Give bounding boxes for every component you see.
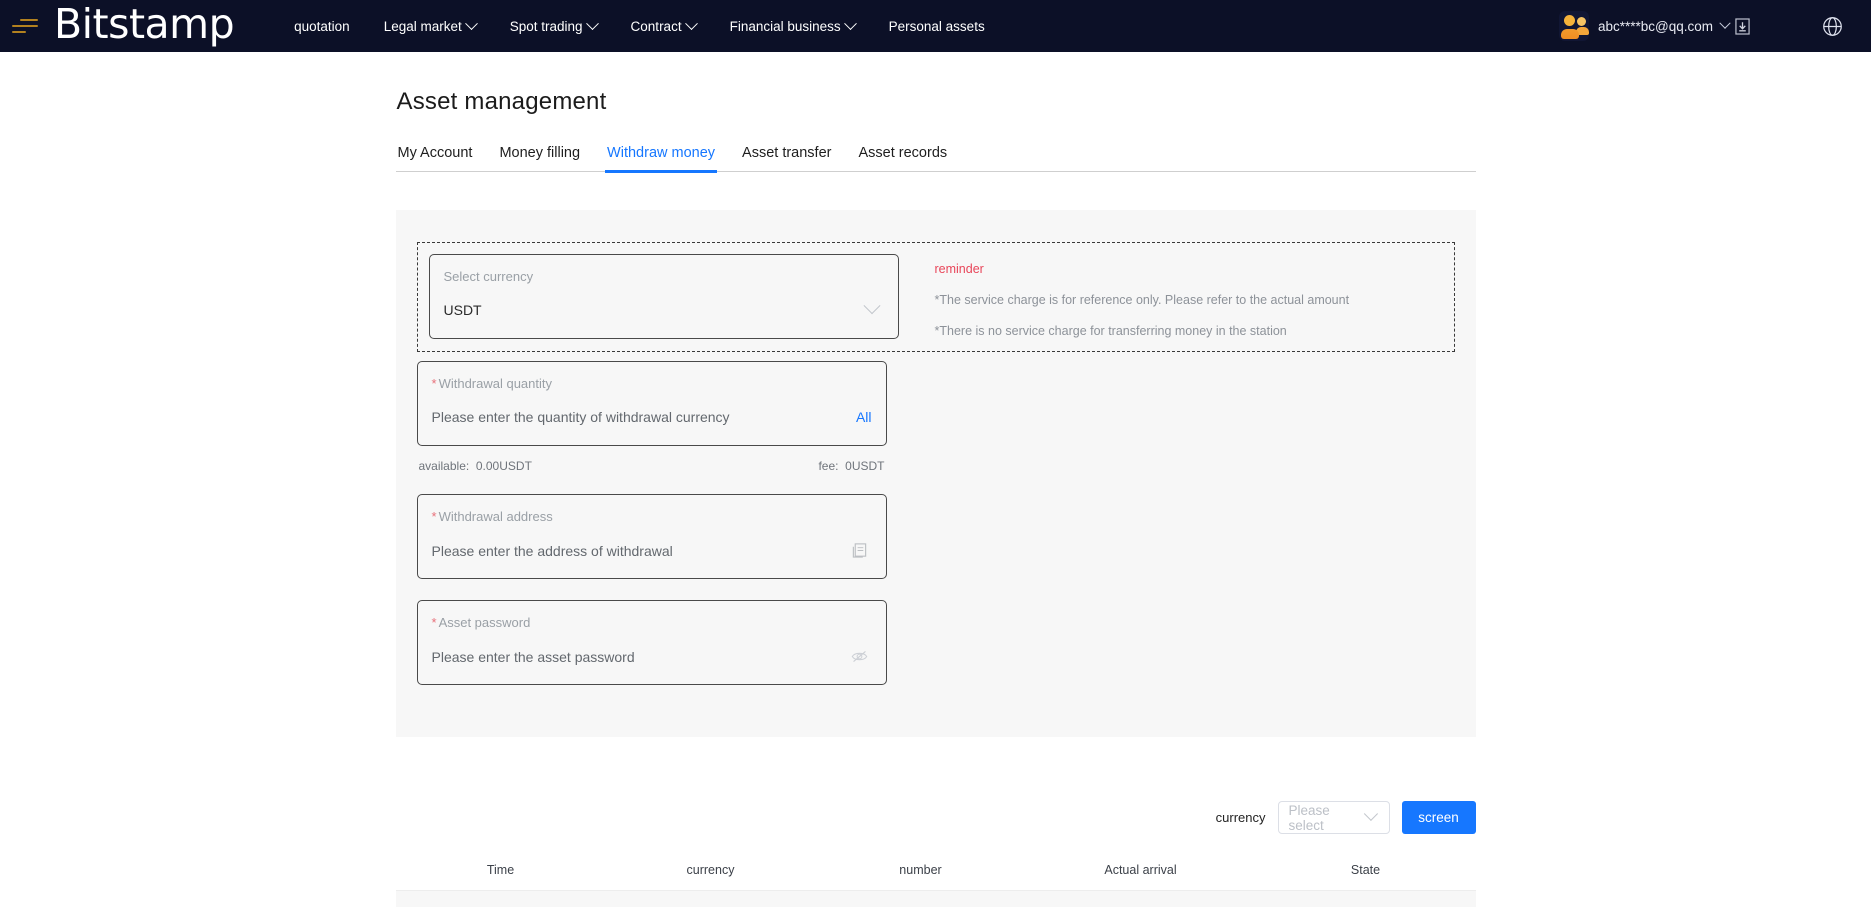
withdrawal-quantity-group: *Withdrawal quantity Please enter the qu… bbox=[417, 361, 1455, 473]
nav-label: Contract bbox=[631, 19, 682, 34]
address-book-icon[interactable] bbox=[851, 542, 868, 559]
chevron-down-icon[interactable] bbox=[1719, 18, 1730, 29]
select-currency-label: Select currency bbox=[444, 270, 884, 283]
download-icon[interactable] bbox=[1735, 18, 1750, 35]
tab-my-account[interactable]: My Account bbox=[396, 145, 475, 171]
nav-label: Personal assets bbox=[889, 19, 985, 34]
required-asterisk: * bbox=[432, 509, 437, 524]
fee-text: fee: 0USDT bbox=[818, 459, 884, 473]
nav-item-contract[interactable]: Contract bbox=[631, 19, 696, 34]
nav-label: Legal market bbox=[384, 19, 462, 34]
column-header-state: State bbox=[1256, 863, 1476, 877]
records-table: Time currency number Actual arrival Stat… bbox=[396, 855, 1476, 907]
hamburger-line bbox=[12, 25, 38, 27]
screen-button[interactable]: screen bbox=[1402, 801, 1476, 834]
select-currency-row: USDT bbox=[444, 302, 884, 318]
withdrawal-address-input[interactable]: Please enter the address of withdrawal bbox=[432, 543, 673, 559]
column-header-time: Time bbox=[396, 863, 606, 877]
tab-money-filling[interactable]: Money filling bbox=[497, 145, 582, 171]
chevron-down-icon bbox=[586, 17, 599, 30]
tab-bar: My Account Money filling Withdraw money … bbox=[396, 145, 1476, 172]
nav-label: Spot trading bbox=[510, 19, 583, 34]
nav-label: Financial business bbox=[730, 19, 841, 34]
reminder-line-2: *There is no service charge for transfer… bbox=[935, 324, 1454, 338]
currency-highlight-region: Select currency USDT reminder *The servi… bbox=[417, 242, 1455, 352]
brand-logo[interactable]: Bitstamp bbox=[54, 4, 234, 49]
nav-label: quotation bbox=[294, 19, 350, 34]
required-asterisk: * bbox=[432, 615, 437, 630]
label-text: Asset password bbox=[439, 615, 531, 630]
column-header-actual-arrival: Actual arrival bbox=[1026, 863, 1256, 877]
eye-off-icon[interactable] bbox=[851, 648, 868, 665]
tab-asset-records[interactable]: Asset records bbox=[856, 145, 949, 171]
tab-withdraw-money[interactable]: Withdraw money bbox=[605, 145, 717, 171]
select-currency-field[interactable]: Select currency USDT bbox=[429, 254, 899, 339]
column-header-number: number bbox=[816, 863, 1026, 877]
records-filter-row: currency Please select screen bbox=[396, 801, 1476, 834]
withdraw-form-panel: Select currency USDT reminder *The servi… bbox=[396, 210, 1476, 737]
page-body: Asset management My Account Money fillin… bbox=[0, 52, 1871, 907]
nav-item-personal-assets[interactable]: Personal assets bbox=[889, 19, 985, 34]
table-header-row: Time currency number Actual arrival Stat… bbox=[396, 855, 1476, 891]
withdrawal-quantity-input[interactable]: Please enter the quantity of withdrawal … bbox=[432, 409, 730, 425]
withdrawal-quantity-label: *Withdrawal quantity bbox=[432, 377, 872, 390]
select-currency-value: USDT bbox=[444, 302, 482, 318]
top-navigation-bar: Bitstamp quotation Legal market Spot tra… bbox=[0, 0, 1871, 52]
column-header-currency: currency bbox=[606, 863, 816, 877]
withdrawal-quantity-field[interactable]: *Withdrawal quantity Please enter the qu… bbox=[417, 361, 887, 446]
nav-item-legal-market[interactable]: Legal market bbox=[384, 19, 476, 34]
reminder-title: reminder bbox=[935, 262, 1454, 276]
page-title: Asset management bbox=[396, 88, 1476, 116]
users-avatar-icon[interactable] bbox=[1559, 11, 1589, 41]
reminder-line-1: *The service charge is for reference onl… bbox=[935, 293, 1454, 307]
tab-asset-transfer[interactable]: Asset transfer bbox=[740, 145, 833, 171]
asset-password-field[interactable]: *Asset password Please enter the asset p… bbox=[417, 600, 887, 685]
all-button[interactable]: All bbox=[856, 409, 872, 425]
currency-filter-label: currency bbox=[1216, 810, 1266, 825]
currency-filter-select[interactable]: Please select bbox=[1278, 801, 1390, 834]
required-asterisk: * bbox=[432, 376, 437, 391]
withdrawal-address-group: *Withdrawal address Please enter the add… bbox=[417, 494, 1455, 579]
chevron-down-icon bbox=[465, 17, 478, 30]
label-text: Withdrawal quantity bbox=[439, 376, 552, 391]
label-text: Withdrawal address bbox=[439, 509, 553, 524]
main-nav: quotation Legal market Spot trading Cont… bbox=[294, 19, 985, 34]
table-empty-state: No data available bbox=[396, 891, 1476, 907]
balance-meta-row: available: 0.00USDT fee: 0USDT bbox=[417, 459, 887, 473]
chevron-down-icon bbox=[844, 17, 857, 30]
asset-password-label: *Asset password bbox=[432, 616, 872, 629]
nav-item-spot-trading[interactable]: Spot trading bbox=[510, 19, 597, 34]
globe-icon[interactable] bbox=[1822, 16, 1843, 37]
hamburger-line bbox=[12, 31, 26, 33]
withdrawal-quantity-row: Please enter the quantity of withdrawal … bbox=[432, 409, 872, 425]
topbar-right-cluster: abc****bc@qq.com bbox=[1559, 0, 1871, 52]
content-container: Asset management My Account Money fillin… bbox=[396, 52, 1476, 907]
account-email[interactable]: abc****bc@qq.com bbox=[1598, 19, 1713, 34]
asset-password-row: Please enter the asset password bbox=[432, 648, 872, 665]
chevron-down-icon bbox=[685, 17, 698, 30]
available-text: available: 0.00USDT bbox=[419, 459, 532, 473]
hamburger-line bbox=[20, 19, 38, 21]
withdrawal-address-field[interactable]: *Withdrawal address Please enter the add… bbox=[417, 494, 887, 579]
chevron-down-icon[interactable] bbox=[863, 297, 880, 314]
hamburger-menu-icon[interactable] bbox=[12, 19, 38, 33]
nav-item-quotation[interactable]: quotation bbox=[294, 19, 350, 34]
asset-password-input[interactable]: Please enter the asset password bbox=[432, 649, 635, 665]
reminder-block: reminder *The service charge is for refe… bbox=[935, 262, 1454, 338]
nav-item-financial-business[interactable]: Financial business bbox=[730, 19, 855, 34]
withdrawal-address-label: *Withdrawal address bbox=[432, 510, 872, 523]
asset-password-group: *Asset password Please enter the asset p… bbox=[417, 600, 1455, 685]
withdrawal-address-row: Please enter the address of withdrawal bbox=[432, 542, 872, 559]
currency-filter-placeholder: Please select bbox=[1289, 803, 1366, 833]
